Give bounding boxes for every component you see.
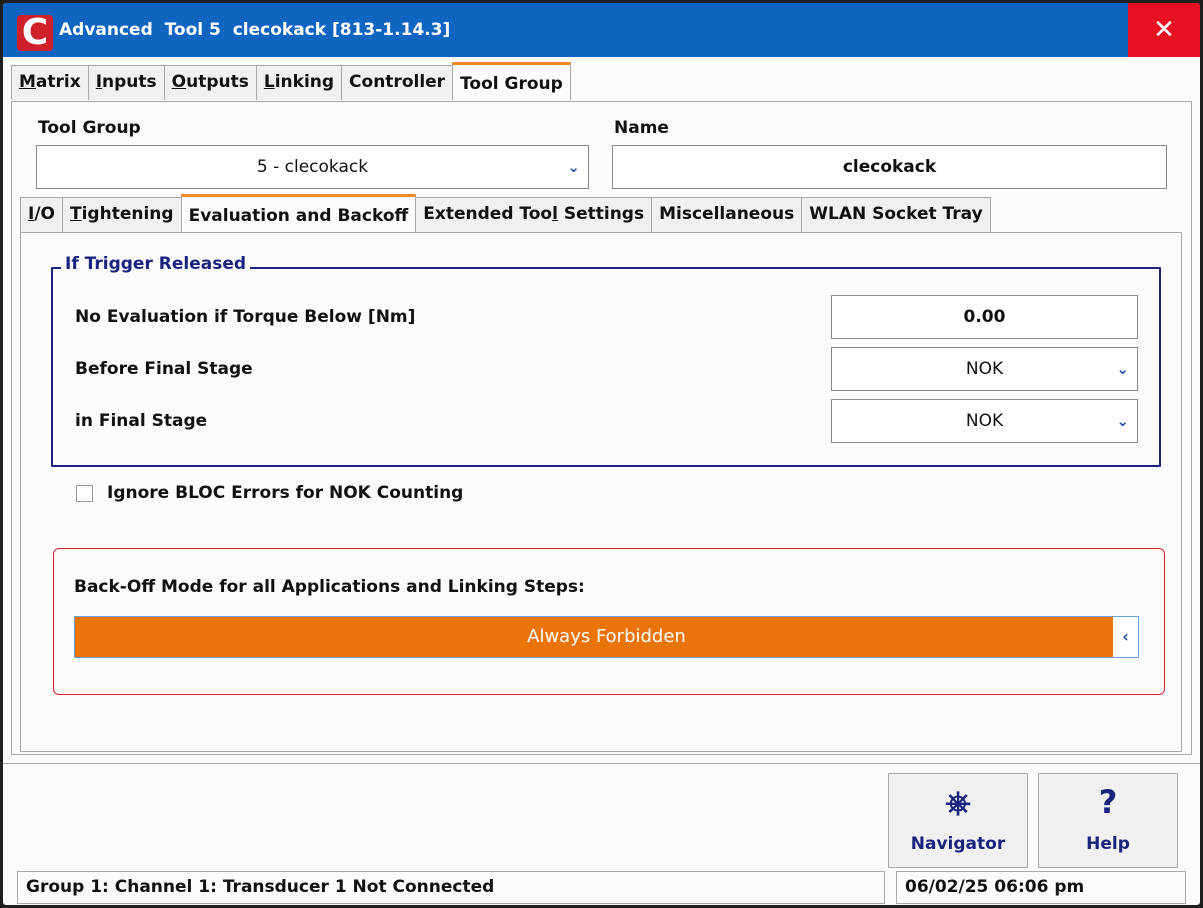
name-label: Name [614, 118, 669, 138]
ignore-bloc-label: Ignore BLOC Errors for NOK Counting [107, 483, 464, 503]
in-final-stage-select[interactable]: NOK ⌄ [831, 399, 1138, 443]
in-final-stage-value: NOK [965, 411, 1004, 431]
question-mark-icon: ? [1098, 783, 1118, 821]
tab-wlan-socket-tray[interactable]: WLAN Socket Tray [801, 197, 991, 232]
footer-divider [3, 763, 1200, 764]
tab-tool-group[interactable]: Tool Group [452, 62, 571, 100]
ignore-bloc-checkbox[interactable] [76, 485, 93, 502]
help-button[interactable]: ? Help [1038, 773, 1178, 868]
ship-wheel-icon: ⎈ [945, 783, 971, 821]
sub-tabs: I/O Tightening Evaluation and Backoff Ex… [20, 194, 991, 232]
tab-tightening[interactable]: Tightening [62, 197, 182, 232]
status-datetime: 06/02/25 06:06 pm [896, 871, 1186, 904]
tool-group-value: 5 - clecokack [256, 157, 369, 177]
tab-evaluation-backoff[interactable]: Evaluation and Backoff [180, 194, 417, 232]
backoff-mode-label: Back-Off Mode for all Applications and L… [74, 577, 585, 597]
navigator-label: Navigator [910, 834, 1006, 854]
navigator-button[interactable]: ⎈ Navigator [888, 773, 1028, 868]
before-final-stage-label: Before Final Stage [75, 359, 253, 379]
tab-miscellaneous[interactable]: Miscellaneous [651, 197, 803, 232]
before-final-stage-select[interactable]: NOK ⌄ [831, 347, 1138, 391]
tab-extended-tool-settings[interactable]: Extended Tool Settings [415, 197, 653, 232]
group-title: If Trigger Released [61, 254, 251, 274]
tab-outputs[interactable]: Outputs [163, 65, 257, 100]
tab-linking[interactable]: Linking [255, 65, 343, 100]
close-button[interactable]: ✕ [1128, 3, 1200, 57]
torque-below-label: No Evaluation if Torque Below [Nm] [75, 307, 416, 327]
chevron-down-icon: ⌄ [567, 158, 580, 176]
cleco-logo: C [17, 15, 53, 51]
tab-inputs[interactable]: Inputs [87, 65, 165, 100]
if-trigger-released-group: If Trigger Released No Evaluation if Tor… [51, 254, 1161, 467]
tab-io[interactable]: I/O [20, 197, 63, 232]
in-final-stage-label: in Final Stage [75, 411, 208, 431]
main-tabs: Matrix Inputs Outputs Linking Controller… [11, 62, 571, 102]
backoff-mode-select[interactable]: Always Forbidden ‹ [74, 616, 1139, 658]
name-field[interactable]: clecokack [612, 145, 1167, 189]
torque-below-input[interactable]: 0.00 [831, 295, 1138, 339]
window-title: Advanced Tool 5 clecokack [813-1.14.3] [59, 20, 451, 40]
app-window: C Advanced Tool 5 clecokack [813-1.14.3]… [0, 0, 1203, 908]
evaluation-backoff-panel: If Trigger Released No Evaluation if Tor… [20, 232, 1182, 752]
backoff-section: Back-Off Mode for all Applications and L… [53, 548, 1165, 695]
chevron-left-icon: ‹ [1113, 617, 1138, 657]
title-bar: C Advanced Tool 5 clecokack [813-1.14.3]… [3, 3, 1200, 57]
status-message: Group 1: Channel 1: Transducer 1 Not Con… [17, 871, 885, 904]
backoff-mode-value: Always Forbidden [527, 626, 686, 647]
tool-group-select[interactable]: 5 - clecokack ⌄ [36, 145, 589, 189]
help-label: Help [1086, 834, 1130, 854]
tool-group-panel: Tool Group 5 - clecokack ⌄ Name clecokac… [11, 101, 1192, 755]
chevron-down-icon: ⌄ [1116, 412, 1129, 430]
before-final-stage-value: NOK [965, 359, 1004, 379]
tool-group-label: Tool Group [38, 118, 141, 138]
chevron-down-icon: ⌄ [1116, 360, 1129, 378]
tab-controller[interactable]: Controller [341, 65, 454, 100]
tab-matrix[interactable]: Matrix [11, 65, 89, 100]
